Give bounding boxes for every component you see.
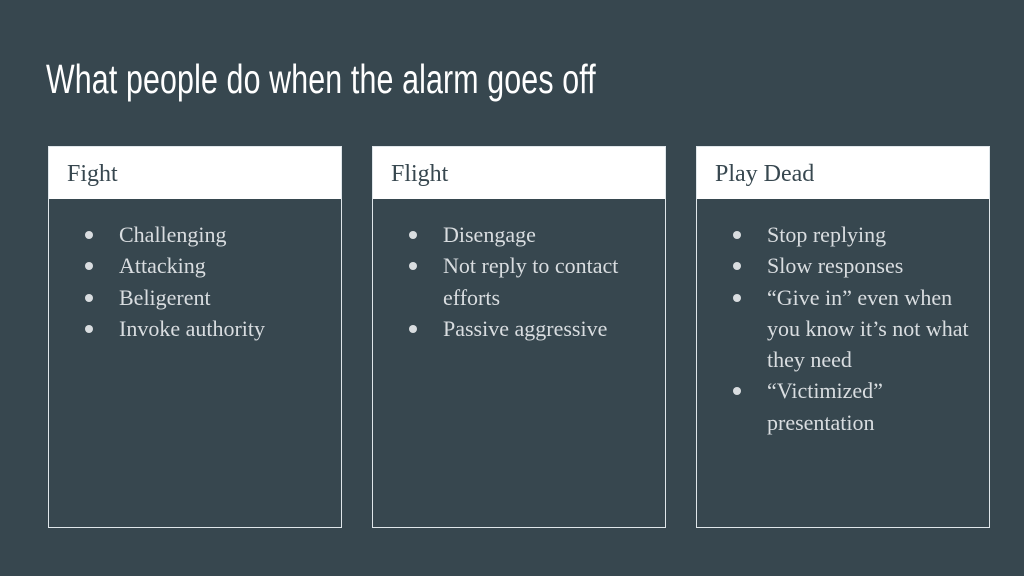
list-item: Slow responses <box>697 250 989 281</box>
list-item: Disengage <box>373 219 665 250</box>
column-heading: Flight <box>373 147 665 199</box>
bullet-list: Challenging Attacking Beligerent Invoke … <box>49 219 341 344</box>
bullet-list: Stop replying Slow responses “Give in” e… <box>697 219 989 438</box>
list-item: “Victimized” presentation <box>697 375 989 438</box>
list-item: “Give in” even when you know it’s not wh… <box>697 282 989 376</box>
bullet-icon <box>85 262 93 271</box>
bullet-icon <box>733 262 741 271</box>
bullet-icon <box>733 387 741 396</box>
column-heading: Fight <box>49 147 341 199</box>
column-play-dead: Play Dead Stop replying Slow responses “… <box>696 146 990 528</box>
column-fight: Fight Challenging Attacking Beligerent I… <box>48 146 342 528</box>
list-item: Challenging <box>49 219 341 250</box>
list-item: Beligerent <box>49 282 341 313</box>
bullet-icon <box>85 324 93 333</box>
bullet-list: Disengage Not reply to contact efforts P… <box>373 219 665 344</box>
bullet-icon <box>85 293 93 302</box>
list-item: Attacking <box>49 250 341 281</box>
slide-title: What people do when the alarm goes off <box>46 56 596 102</box>
list-item: Invoke authority <box>49 313 341 344</box>
bullet-icon <box>409 262 417 271</box>
list-item: Passive aggressive <box>373 313 665 344</box>
bullet-icon <box>733 231 741 239</box>
list-item: Stop replying <box>697 219 989 250</box>
bullet-icon <box>409 324 417 333</box>
list-item: Not reply to contact efforts <box>373 250 665 313</box>
bullet-icon <box>85 231 93 239</box>
column-heading: Play Dead <box>697 147 989 199</box>
bullet-icon <box>733 293 741 302</box>
bullet-icon <box>409 231 417 239</box>
column-flight: Flight Disengage Not reply to contact ef… <box>372 146 666 528</box>
